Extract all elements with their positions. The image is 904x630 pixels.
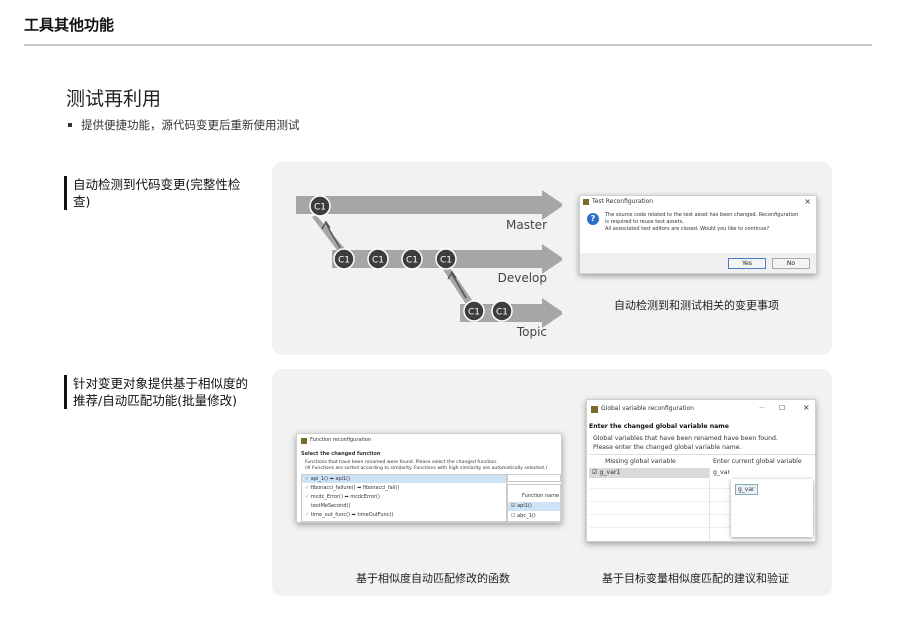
function-candidate-list: Function name ☑ api1() ☐ abc_1() xyxy=(507,484,561,522)
svg-text:C1: C1 xyxy=(496,308,508,318)
svg-text:C1: C1 xyxy=(314,203,326,213)
svg-text:C1: C1 xyxy=(440,256,452,266)
function-name-header: Function name xyxy=(522,493,560,499)
topic-label: Topic xyxy=(516,325,547,339)
develop-topic-link xyxy=(442,265,472,304)
gvar-dialog-desc-2: Please enter the changed global variable… xyxy=(593,444,742,451)
commit-node: C1 xyxy=(491,300,513,322)
master-branch-arrow xyxy=(296,190,562,220)
maximize-icon[interactable]: ☐ xyxy=(779,404,785,412)
function-list-item[interactable]: ✓ api_1() ➡ api1() xyxy=(305,476,350,482)
dialog-titlebar: Test Reconfiguration × xyxy=(580,196,816,208)
dialog-title: Test Reconfiguration xyxy=(592,198,654,205)
section-bullet: 提供便捷功能，源代码变更后重新使用测试 xyxy=(68,117,300,133)
missing-var-row[interactable]: ☑ g_var1 xyxy=(592,469,621,476)
function-dialog-desc-2: (※ Functions are sorted according to sim… xyxy=(305,466,548,471)
close-icon[interactable]: × xyxy=(804,197,811,206)
page-header: 工具其他功能 xyxy=(24,16,115,34)
function-search-box[interactable] xyxy=(507,474,561,482)
close-icon[interactable]: × xyxy=(803,403,810,412)
header-divider xyxy=(24,44,872,46)
dialog-message-2: is required to reuse test assets. xyxy=(605,219,684,225)
bullet-text: 提供便捷功能，源代码变更后重新使用测试 xyxy=(81,118,300,132)
function-dialog-title: Function reconfiguration xyxy=(310,437,372,443)
suggestion-dropdown: g_var xyxy=(731,479,813,537)
missing-var-header: Missing global variable xyxy=(605,458,676,465)
function-dialog-desc-1: Functions that have been renamed were fo… xyxy=(305,460,498,465)
section-title: 测试再利用 xyxy=(66,88,162,110)
yes-button[interactable]: Yes xyxy=(728,258,766,269)
checkbox-checked-icon[interactable]: ☑ xyxy=(592,469,598,476)
function-list-item[interactable]: ✓ time_out_func() ➡ timeOutFunc() xyxy=(305,512,393,518)
gvar-dialog-heading: Enter the changed global variable name xyxy=(589,423,729,430)
check-icon: ✓ xyxy=(305,485,310,491)
commit-node: C1 xyxy=(309,195,331,217)
svg-text:C1: C1 xyxy=(338,256,350,266)
dialog-message-1: The source code related to the test asse… xyxy=(605,212,799,218)
suggestion-item[interactable]: g_var xyxy=(735,484,758,495)
row2-panel: Function reconfiguration Select the chan… xyxy=(272,369,832,596)
test-reconfig-dialog: Test Reconfiguration × ? The source code… xyxy=(579,195,817,274)
svg-text:C1: C1 xyxy=(468,308,480,318)
row2-caption-left: 基于相似度自动匹配修改的函数 xyxy=(356,572,510,585)
row1-caption: 自动检测到和测试相关的变更事项 xyxy=(614,299,779,312)
app-icon xyxy=(591,406,598,413)
current-var-header: Enter current global variable xyxy=(713,458,802,465)
master-label: Master xyxy=(506,218,547,232)
global-var-reconfig-dialog: Global variable reconfiguration — ☐ × En… xyxy=(586,399,816,542)
app-icon xyxy=(301,438,307,444)
commit-node: C1 xyxy=(401,248,423,270)
candidate-option[interactable]: ☐ abc_1() xyxy=(511,513,536,519)
check-icon: ✓ xyxy=(305,512,310,518)
check-icon: ✓ xyxy=(305,494,310,500)
function-list-item[interactable]: ✓ fibonacci_failure() ➡ fibonacci_fail() xyxy=(305,485,399,491)
gvar-dialog-title: Global variable reconfiguration xyxy=(601,405,694,412)
app-icon xyxy=(583,199,589,205)
check-icon: ✓ xyxy=(305,476,310,482)
commit-node: C1 xyxy=(367,248,389,270)
column-divider xyxy=(709,468,710,541)
gvar-table: Missing global variable Enter current gl… xyxy=(589,454,815,541)
function-dialog-heading: Select the changed function xyxy=(301,451,381,457)
bullet-square-icon xyxy=(68,122,72,127)
dialog-body: ? The source code related to the test as… xyxy=(580,208,816,253)
no-button[interactable]: No xyxy=(772,258,810,269)
checkbox-checked-icon[interactable]: ☑ xyxy=(511,503,515,509)
function-list-item[interactable]: testMeSecond() xyxy=(311,503,350,509)
commit-node: C1 xyxy=(333,248,355,270)
commit-node: C1 xyxy=(463,300,485,322)
dialog-footer: Yes No xyxy=(580,253,816,273)
function-list: ✓ api_1() ➡ api1() ✓ fibonacci_failure()… xyxy=(301,474,507,522)
question-icon: ? xyxy=(587,213,599,225)
checkbox-icon[interactable]: ☐ xyxy=(511,513,515,519)
row2-caption-right: 基于目标变量相似度匹配的建议和验证 xyxy=(602,572,789,585)
branch-diagram: C1 C1 C1 C1 C1 C1 C1 Master Develop Topi… xyxy=(296,190,562,339)
function-reconfig-dialog: Function reconfiguration Select the chan… xyxy=(296,433,562,523)
commit-node: C1 xyxy=(435,248,457,270)
function-list-item[interactable]: ✓ mcdc_Error() ➡ mcdcError() xyxy=(305,494,380,500)
svg-text:C1: C1 xyxy=(406,256,418,266)
gvar-dialog-desc-1: Global variables that have been renamed … xyxy=(593,435,778,442)
candidate-option[interactable]: ☑ api1() xyxy=(511,503,532,509)
current-var-input[interactable]: g_var xyxy=(713,469,730,476)
develop-label: Develop xyxy=(498,271,547,285)
minimize-icon[interactable]: — xyxy=(759,404,765,411)
row2-label: 针对变更对象提供基于相似度的推荐/自动匹配功能(批量修改) xyxy=(64,375,254,409)
row1-panel: C1 C1 C1 C1 C1 C1 C1 Master Develop Topi… xyxy=(272,162,832,355)
dialog-message-3: All associated test editors are closed. … xyxy=(605,226,770,232)
master-develop-link xyxy=(312,215,346,254)
svg-text:C1: C1 xyxy=(372,256,384,266)
row1-label: 自动检测到代码变更(完整性检查) xyxy=(64,176,254,210)
